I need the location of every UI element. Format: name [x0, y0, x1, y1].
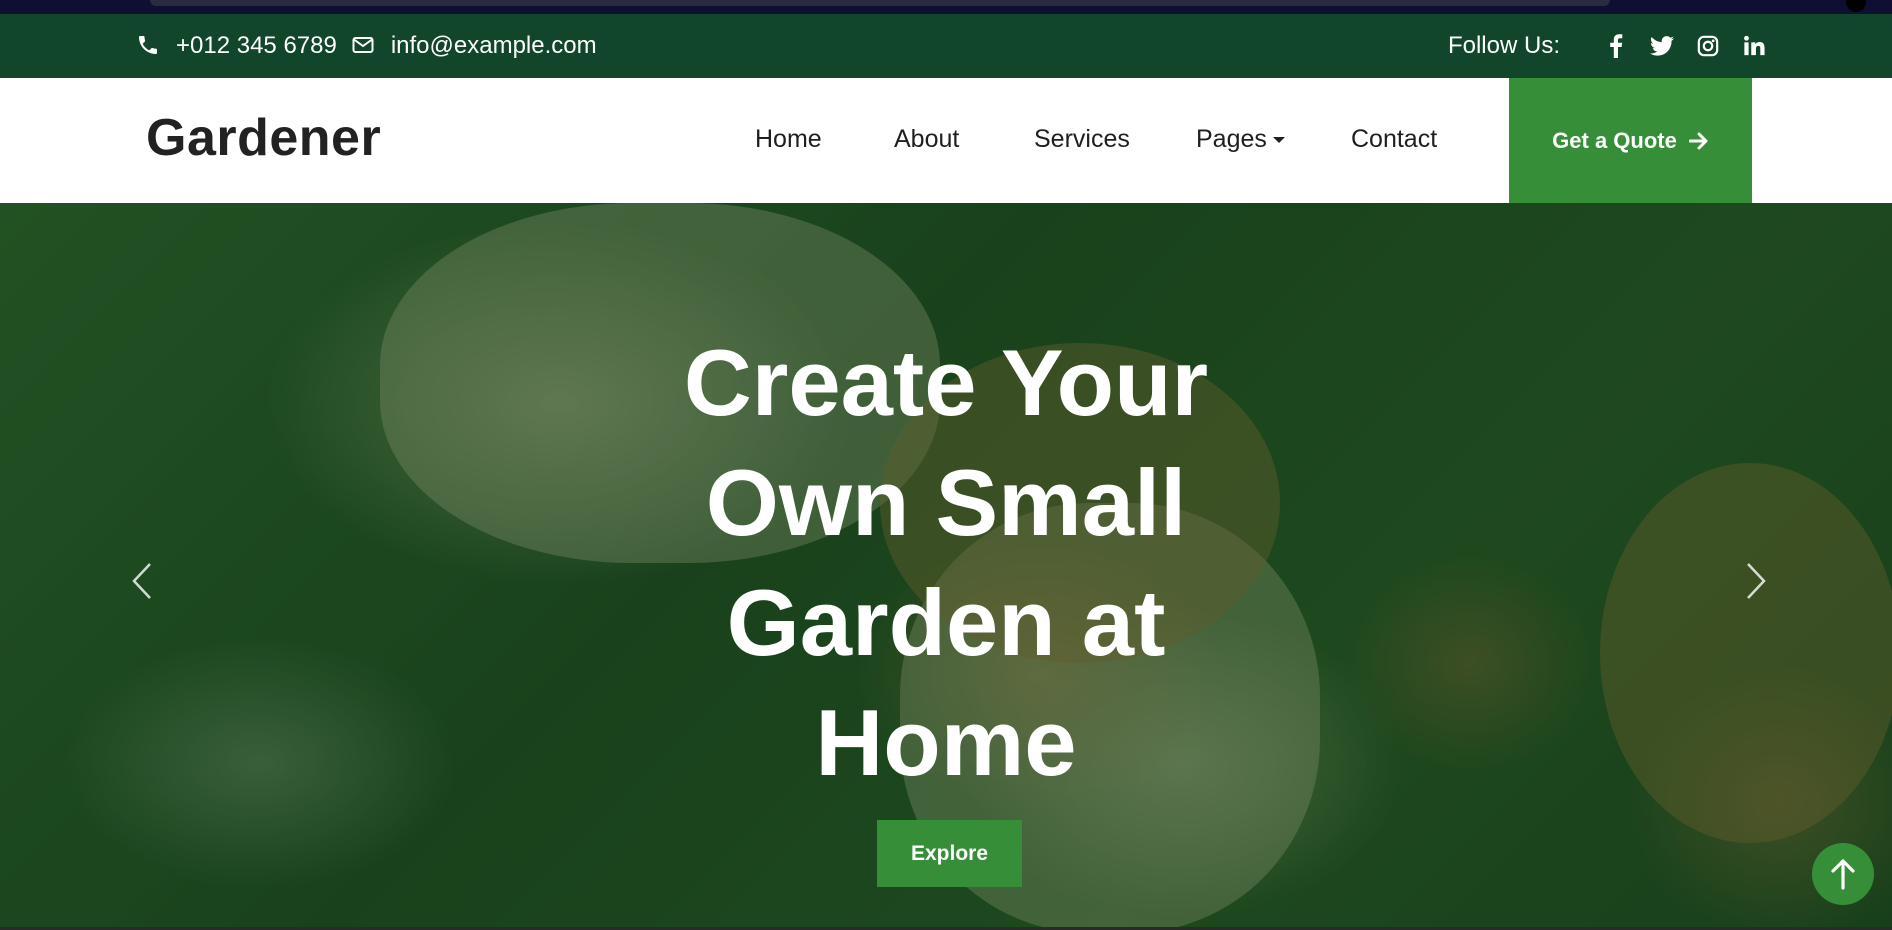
- twitter-icon[interactable]: [1650, 34, 1674, 58]
- email-address[interactable]: info@example.com: [391, 32, 597, 60]
- nav-item-pages[interactable]: Pages: [1196, 125, 1285, 154]
- follow-label: Follow Us:: [1447, 32, 1560, 59]
- phone-number[interactable]: +012 345 6789: [176, 32, 337, 60]
- main-navbar: Gardener Home About Services Pages Conta…: [0, 78, 1892, 203]
- caret-down-icon: [1272, 137, 1285, 144]
- browser-address-bar: [150, 0, 1610, 6]
- hero-headline: Create Your Own Small Garden at Home: [683, 330, 1209, 795]
- phone-icon: [136, 33, 162, 59]
- linkedin-icon[interactable]: [1742, 34, 1766, 58]
- explore-button[interactable]: Explore: [877, 820, 1022, 887]
- contact-info: +012 345 6789 info@example.com: [136, 14, 611, 78]
- carousel-next-icon[interactable]: [1744, 561, 1768, 601]
- nav-item-home[interactable]: Home: [755, 125, 822, 154]
- brand-logo[interactable]: Gardener: [146, 108, 381, 168]
- hero-carousel: Create Your Own Small Garden at Home Exp…: [0, 203, 1892, 927]
- nav-item-services[interactable]: Services: [1034, 125, 1130, 154]
- get-a-quote-label: Get a Quote: [1552, 127, 1677, 153]
- facebook-icon[interactable]: [1604, 34, 1628, 58]
- nav-item-pages-label: Pages: [1196, 125, 1267, 153]
- arrow-right-icon: [1688, 132, 1708, 149]
- instagram-icon[interactable]: [1696, 34, 1720, 58]
- social-follow: Follow Us:: [1448, 14, 1766, 78]
- nav-item-contact[interactable]: Contact: [1351, 125, 1437, 154]
- get-a-quote-button[interactable]: Get a Quote: [1509, 78, 1752, 203]
- envelope-icon: [351, 33, 377, 59]
- top-contact-bar: +012 345 6789 info@example.com Follow Us…: [0, 14, 1892, 78]
- browser-top-strip: [0, 0, 1892, 14]
- carousel-prev-icon[interactable]: [130, 561, 154, 601]
- arrow-up-icon: [1831, 859, 1855, 890]
- browser-corner-control: [1846, 0, 1866, 12]
- back-to-top-button[interactable]: [1812, 843, 1874, 905]
- nav-item-about[interactable]: About: [894, 125, 959, 154]
